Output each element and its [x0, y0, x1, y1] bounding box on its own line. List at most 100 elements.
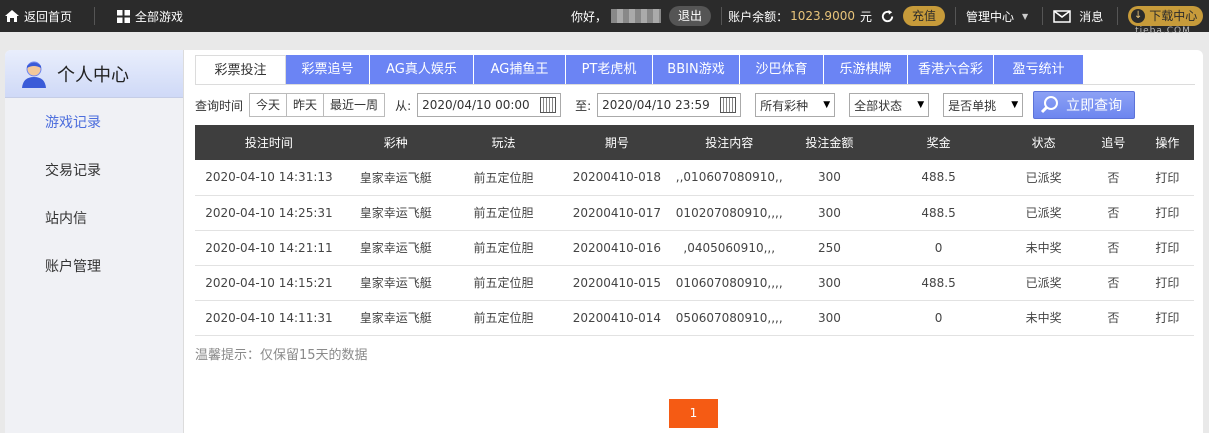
col-prize-cell: 0	[875, 300, 1002, 336]
sidebar-header: 个人中心	[5, 50, 183, 98]
home-link[interactable]: 返回首页	[0, 0, 80, 32]
single-pick-select[interactable]: 是否单挑 ▼	[943, 93, 1024, 117]
calendar-icon[interactable]	[540, 97, 557, 113]
col-chase-cell: 否	[1085, 300, 1141, 336]
last-week-button[interactable]: 最近一周	[324, 94, 385, 116]
balance-label: 账户余额：	[728, 9, 789, 24]
col-status-cell: 未中奖	[1001, 300, 1086, 336]
col-prize-cell: 488.5	[875, 195, 1002, 231]
sidebar-item-game-records[interactable]: 游戏记录	[5, 99, 183, 147]
tab-label: AG真人娱乐	[386, 62, 457, 77]
col-content-cell: ,,010607080910,,	[675, 160, 784, 196]
download-label: 下载中心	[1149, 9, 1198, 23]
table-row: 2020-04-10 14:21:11 皇家幸运飞艇 前五定位胆 20200410-0…	[195, 230, 1194, 266]
manage-label: 管理中心	[966, 9, 1015, 24]
from-label: 从:	[395, 98, 412, 113]
tab-divider	[195, 84, 1195, 85]
status-value: 全部状态	[854, 98, 903, 113]
col-action-cell[interactable]: 打印	[1140, 300, 1194, 336]
col-lottery-cell: 皇家幸运飞艇	[342, 160, 449, 196]
col-lottery-cell: 皇家幸运飞艇	[342, 300, 449, 336]
table-row: 2020-04-10 14:11:31 皇家幸运飞艇 前五定位胆 20200410-0…	[195, 300, 1194, 336]
divider	[955, 7, 957, 25]
recharge-button[interactable]: 充值	[903, 6, 946, 26]
tab-hk-mark-six[interactable]: 香港六合彩	[908, 55, 994, 85]
col-bet-time-cell: 2020-04-10 14:11:31	[195, 300, 343, 336]
all-games-label: 全部游戏	[135, 9, 184, 24]
col-content-cell: ,0405060910,,,	[675, 230, 784, 266]
col-issue-cell: 20200410-015	[558, 265, 676, 301]
col-lottery-cell: 皇家幸运飞艇	[342, 265, 449, 301]
sidebar-item-account[interactable]: 账户管理	[5, 243, 183, 291]
col-play-cell: 前五定位胆	[448, 195, 559, 231]
logout-button[interactable]: 退出	[669, 6, 712, 26]
download-center-button[interactable]: ↓ 下载中心	[1128, 6, 1204, 26]
col-prize-cell: 488.5	[875, 265, 1002, 301]
tab-label: PT老虎机	[581, 62, 637, 77]
message-link[interactable]: 消息	[1053, 0, 1103, 32]
manage-center-menu[interactable]: 管理中心 ▼	[966, 0, 1028, 32]
col-status-cell: 已派奖	[1001, 160, 1086, 196]
tab-saba-sports[interactable]: 沙巴体育	[740, 55, 824, 85]
from-date-field[interactable]	[417, 93, 562, 117]
col-action-cell[interactable]: 打印	[1140, 265, 1194, 301]
from-date-input[interactable]	[422, 98, 541, 112]
sidebar-item-transactions[interactable]: 交易记录	[5, 147, 183, 195]
status-select[interactable]: 全部状态 ▼	[849, 93, 930, 117]
to-date-field[interactable]	[597, 93, 742, 117]
col-chase-cell: 否	[1085, 195, 1141, 231]
divider	[1042, 7, 1044, 25]
col-amount-header: 投注金额	[783, 125, 876, 160]
col-prize-header: 奖金	[875, 125, 1002, 160]
refresh-button[interactable]	[880, 0, 895, 32]
tab-lottery-chase[interactable]: 彩票追号	[286, 55, 370, 85]
username-redacted	[611, 9, 662, 23]
query-button[interactable]: 立即查询	[1033, 91, 1136, 119]
divider	[1117, 7, 1119, 25]
tab-bbin[interactable]: BBIN游戏	[653, 55, 740, 85]
currency-label: 元	[859, 9, 872, 24]
quick-range-group: 今天 昨天 最近一周	[249, 93, 386, 117]
col-content-cell: 010607080910,,,,	[675, 265, 784, 301]
col-amount-cell: 300	[783, 300, 876, 336]
tab-ag-live[interactable]: AG真人娱乐	[370, 55, 474, 85]
tab-pt-slots[interactable]: PT老虎机	[566, 55, 653, 85]
col-prize-cell: 488.5	[875, 160, 1002, 196]
home-label: 返回首页	[24, 9, 73, 24]
divider	[721, 7, 723, 25]
calendar-icon[interactable]	[720, 97, 737, 113]
tab-leyou-chess[interactable]: 乐游棋牌	[824, 55, 908, 85]
col-amount-cell: 300	[783, 265, 876, 301]
col-bet-time-cell: 2020-04-10 14:15:21	[195, 265, 343, 301]
to-date-input[interactable]	[602, 98, 721, 112]
col-issue-cell: 20200410-018	[558, 160, 676, 196]
tab-label: 彩票追号	[301, 62, 354, 77]
col-action-cell[interactable]: 打印	[1140, 160, 1194, 196]
sidebar-item-inbox[interactable]: 站内信	[5, 195, 183, 243]
today-button[interactable]: 今天	[250, 94, 288, 116]
col-bet-time-cell: 2020-04-10 14:21:11	[195, 230, 343, 266]
lottery-type-value: 所有彩种	[760, 98, 809, 113]
recharge-wrap: 充值	[903, 0, 946, 32]
tab-ag-fishing[interactable]: AG捕鱼王	[474, 55, 566, 85]
retention-tip: 温馨提示：仅保留15天的数据	[195, 348, 368, 363]
col-action-cell[interactable]: 打印	[1140, 195, 1194, 231]
page-1-button[interactable]: 1	[669, 399, 718, 428]
col-issue-cell: 20200410-014	[558, 300, 676, 336]
tab-lottery-bets[interactable]: 彩票投注	[195, 55, 286, 85]
yesterday-button[interactable]: 昨天	[287, 94, 325, 116]
col-lottery-cell: 皇家幸运飞艇	[342, 230, 449, 266]
single-pick-value: 是否单挑	[948, 98, 997, 113]
lottery-type-select[interactable]: 所有彩种 ▼	[755, 93, 836, 117]
col-bet-time-cell: 2020-04-10 14:31:13	[195, 160, 343, 196]
col-action-cell[interactable]: 打印	[1140, 230, 1194, 266]
tab-profit-stats[interactable]: 盈亏统计	[994, 55, 1084, 85]
tab-label: 沙巴体育	[755, 62, 808, 77]
caret-down-icon: ▼	[917, 100, 925, 110]
col-action-header: 操作	[1140, 125, 1194, 160]
col-issue-cell: 20200410-017	[558, 195, 676, 231]
col-content-header: 投注内容	[675, 125, 784, 160]
grid-icon	[117, 9, 131, 23]
home-icon	[5, 10, 19, 22]
all-games-link[interactable]: 全部游戏	[95, 0, 191, 32]
